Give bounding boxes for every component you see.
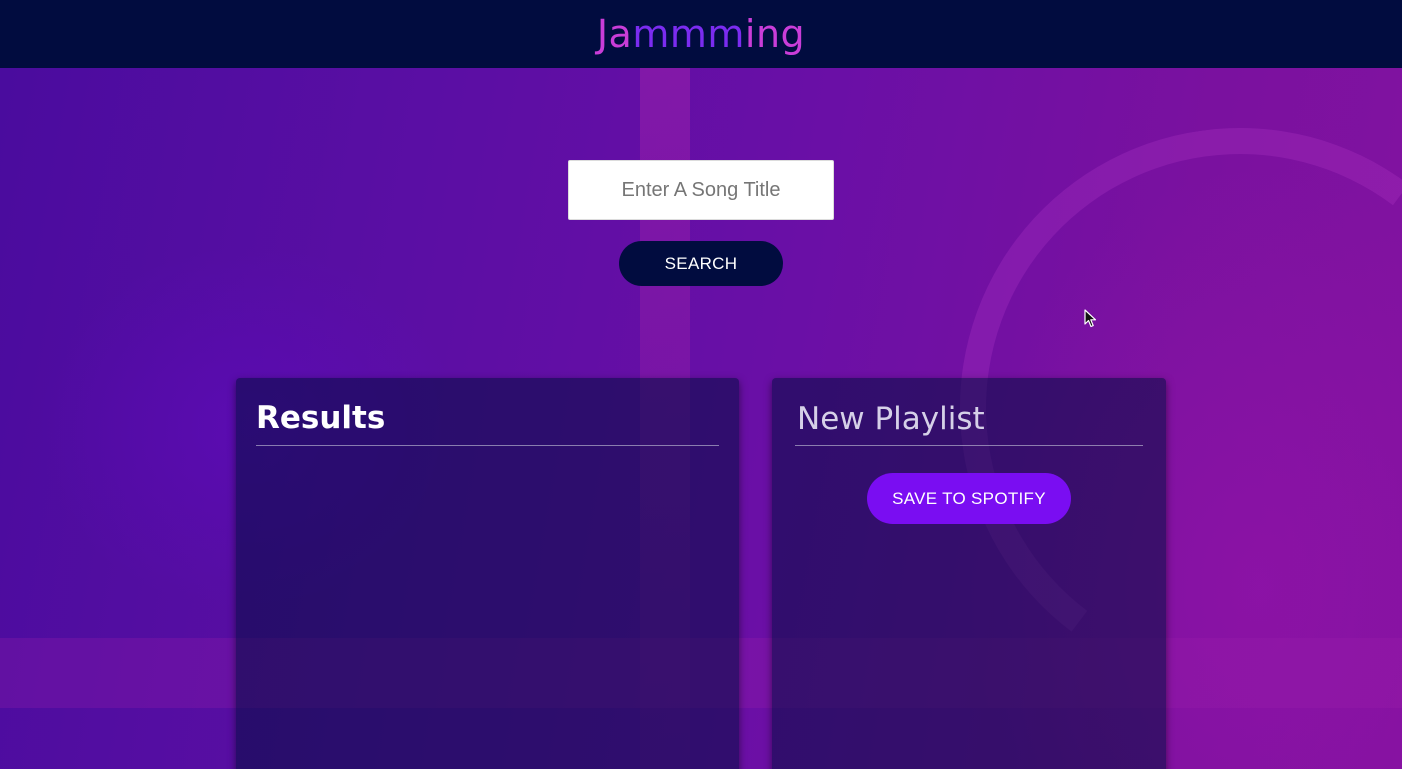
logo-end: ing xyxy=(744,12,806,56)
app-header: Jammming xyxy=(0,0,1402,68)
logo-mid: mmm xyxy=(632,12,745,56)
playlist-divider xyxy=(795,445,1143,446)
app-logo: Jammming xyxy=(597,12,805,56)
logo-start: Ja xyxy=(596,12,633,56)
results-panel: Results xyxy=(236,378,739,769)
save-to-spotify-button[interactable]: SAVE TO SPOTIFY xyxy=(867,473,1071,524)
mouse-pointer-icon xyxy=(1084,309,1097,328)
results-divider xyxy=(256,445,719,446)
playlist-panel: SAVE TO SPOTIFY xyxy=(772,378,1166,769)
playlist-name-input[interactable] xyxy=(795,396,1143,442)
results-title: Results xyxy=(256,400,386,436)
search-input[interactable] xyxy=(568,160,834,220)
search-button[interactable]: SEARCH xyxy=(619,241,783,286)
